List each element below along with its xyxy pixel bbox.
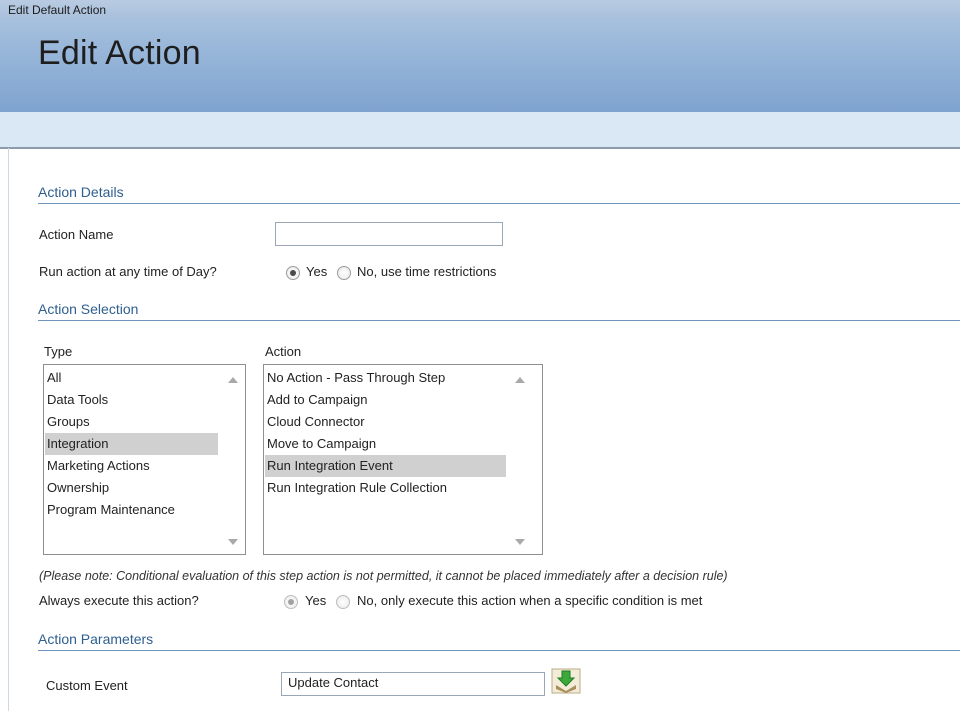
always-no-label[interactable]: No, only execute this action when a spec… — [357, 593, 702, 608]
section-action-selection: Action Selection — [38, 301, 960, 321]
type-item-groups[interactable]: Groups — [45, 411, 222, 433]
toolbar-strip — [0, 112, 960, 149]
download-picker-icon[interactable] — [551, 668, 581, 694]
run-time-no-radio[interactable] — [337, 266, 351, 280]
left-divider — [8, 148, 9, 711]
always-yes-label[interactable]: Yes — [305, 593, 326, 608]
action-item-move-to-campaign[interactable]: Move to Campaign — [265, 433, 508, 455]
action-item-run-integration-rule-collection[interactable]: Run Integration Rule Collection — [265, 477, 508, 499]
run-time-no-label[interactable]: No, use time restrictions — [357, 264, 496, 279]
type-listbox[interactable]: All Data Tools Groups Integration Market… — [43, 364, 246, 555]
always-execute-label: Always execute this action? — [39, 593, 199, 608]
type-scroll-down-icon[interactable] — [228, 539, 238, 545]
action-item-cloud-connector[interactable]: Cloud Connector — [265, 411, 508, 433]
type-item-data-tools[interactable]: Data Tools — [45, 389, 222, 411]
type-label: Type — [44, 344, 73, 359]
type-item-ownership[interactable]: Ownership — [45, 477, 222, 499]
type-item-marketing-actions[interactable]: Marketing Actions — [45, 455, 222, 477]
action-label: Action — [265, 344, 302, 359]
type-scroll-up-icon[interactable] — [228, 377, 238, 383]
type-item-integration[interactable]: Integration — [45, 433, 218, 455]
run-time-yes-label[interactable]: Yes — [306, 264, 327, 279]
always-yes-radio[interactable] — [284, 595, 298, 609]
conditional-note: (Please note: Conditional evaluation of … — [39, 569, 728, 583]
action-name-input[interactable] — [275, 222, 503, 246]
action-scroll-up-icon[interactable] — [515, 377, 525, 383]
always-no-radio[interactable] — [336, 595, 350, 609]
section-action-details: Action Details — [38, 184, 960, 204]
type-item-program-maintenance[interactable]: Program Maintenance — [45, 499, 222, 521]
custom-event-label: Custom Event — [46, 678, 128, 693]
dialog-titlebar: Edit Default Action — [0, 0, 960, 20]
type-item-all[interactable]: All — [45, 367, 222, 389]
action-name-label: Action Name — [39, 227, 114, 242]
action-item-run-integration-event[interactable]: Run Integration Event — [265, 455, 506, 477]
action-item-add-to-campaign[interactable]: Add to Campaign — [265, 389, 508, 411]
header-band: Edit Action — [0, 20, 960, 112]
run-time-label: Run action at any time of Day? — [39, 264, 217, 279]
action-item-no-action[interactable]: No Action - Pass Through Step — [265, 367, 508, 389]
action-scroll-down-icon[interactable] — [515, 539, 525, 545]
action-listbox[interactable]: No Action - Pass Through Step Add to Cam… — [263, 364, 543, 555]
page-title: Edit Action — [38, 34, 201, 72]
dialog-title: Edit Default Action — [8, 3, 107, 17]
run-time-yes-radio[interactable] — [286, 266, 300, 280]
section-action-parameters: Action Parameters — [38, 631, 960, 651]
custom-event-input[interactable]: Update Contact — [281, 672, 545, 696]
